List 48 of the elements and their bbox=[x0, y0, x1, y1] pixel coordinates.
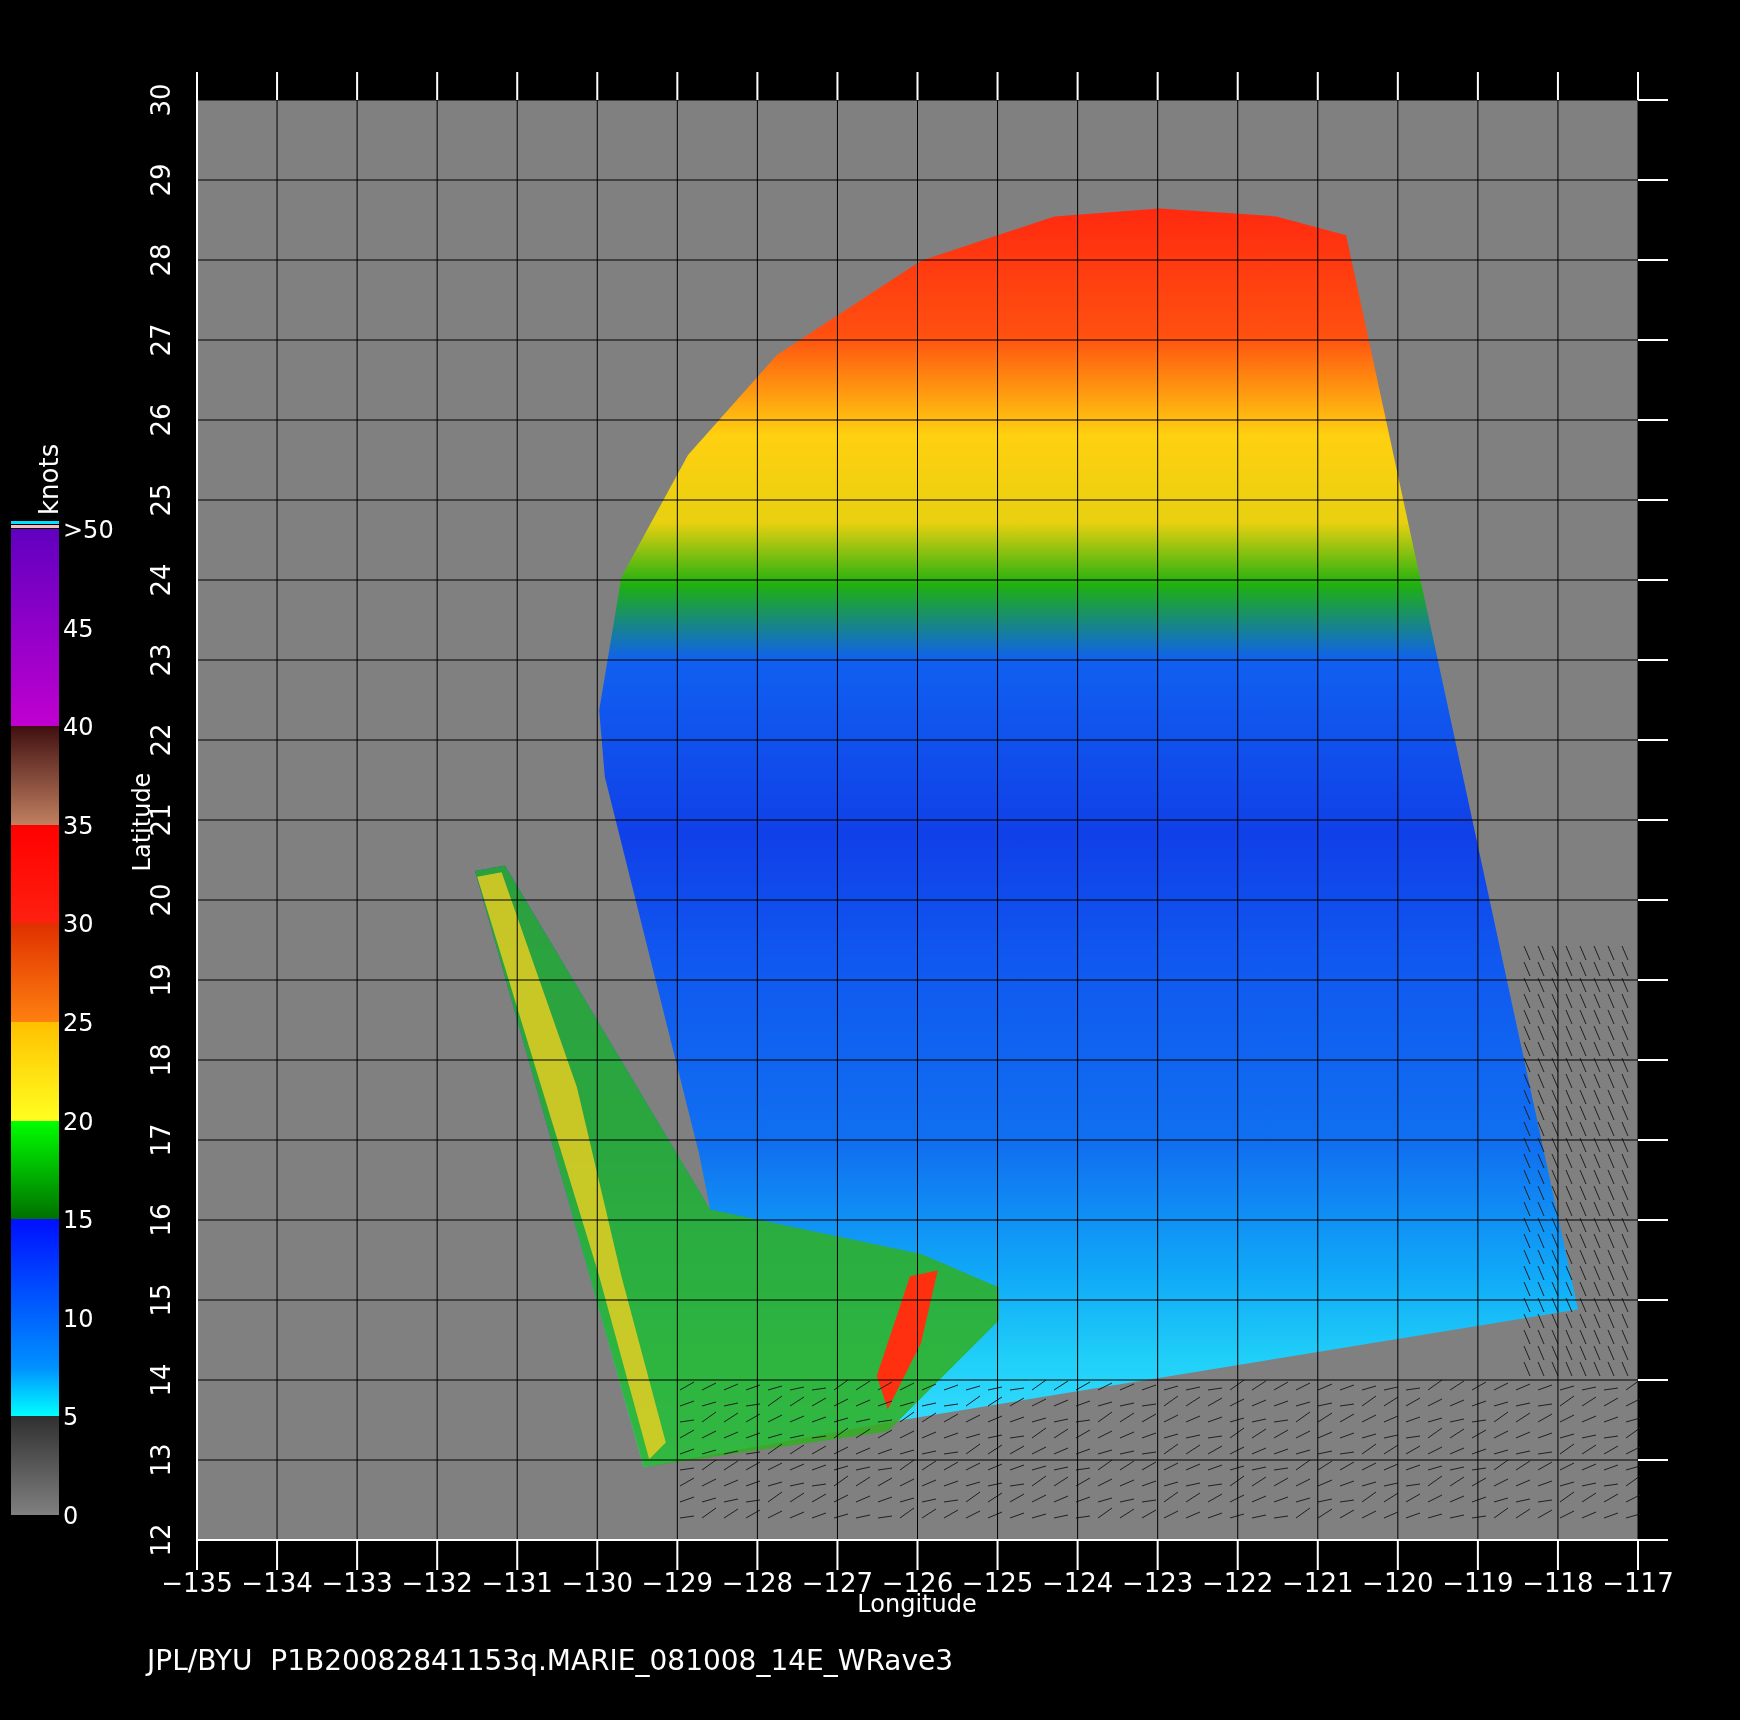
x-tick-label: −131 bbox=[481, 1568, 553, 1598]
y-tick-label: 30 bbox=[146, 83, 176, 117]
x-tick-label: −122 bbox=[1202, 1568, 1274, 1598]
y-tick-label: 16 bbox=[146, 1203, 176, 1237]
y-tick-label: 28 bbox=[146, 243, 176, 277]
x-tick-label: −118 bbox=[1522, 1568, 1594, 1598]
x-tick-label: −119 bbox=[1442, 1568, 1514, 1598]
y-tick-label: 19 bbox=[146, 963, 176, 997]
scale-label: 15 bbox=[63, 1206, 94, 1235]
x-tick-label: −117 bbox=[1602, 1568, 1674, 1598]
scale-title: knots bbox=[34, 443, 64, 515]
y-tick-label: 23 bbox=[146, 643, 176, 677]
scale-label: 25 bbox=[63, 1009, 94, 1037]
plot-caption: JPL/BYU P1B20082841153q.MARIE_081008_14E_WRave3 bbox=[147, 1644, 953, 1677]
y-tick-label: 29 bbox=[146, 163, 176, 197]
x-tick-label: −121 bbox=[1282, 1568, 1354, 1598]
x-tick-label: −132 bbox=[401, 1568, 473, 1598]
y-tick-label: 24 bbox=[146, 563, 176, 597]
x-tick-label: −134 bbox=[241, 1568, 313, 1598]
y-tick-label: 18 bbox=[146, 1043, 176, 1077]
scale-label: 0 bbox=[63, 1502, 79, 1530]
y-tick-label: 13 bbox=[146, 1443, 176, 1477]
x-tick-label: −129 bbox=[641, 1568, 714, 1598]
scale-label: 5 bbox=[63, 1403, 79, 1432]
scale-label: 20 bbox=[63, 1107, 94, 1136]
scale-label: >50 bbox=[63, 516, 114, 544]
scale-label: 30 bbox=[63, 910, 94, 939]
y-tick-label: 12 bbox=[146, 1523, 176, 1557]
scale-label: 40 bbox=[63, 713, 94, 742]
x-tick-label: −128 bbox=[721, 1568, 794, 1598]
y-tick-label: 26 bbox=[146, 403, 176, 437]
y-tick-label: 25 bbox=[146, 483, 176, 517]
x-tick-label: −133 bbox=[321, 1568, 393, 1598]
scale-label: 10 bbox=[63, 1304, 94, 1333]
scale-label: 45 bbox=[63, 614, 94, 643]
x-tick-label: −135 bbox=[161, 1568, 233, 1598]
x-tick-label: −125 bbox=[961, 1568, 1034, 1598]
x-tick-label: −130 bbox=[561, 1568, 633, 1598]
x-tick-label: −124 bbox=[1041, 1568, 1114, 1598]
y-tick-label: 22 bbox=[146, 723, 176, 757]
x-tick-label: −123 bbox=[1121, 1568, 1194, 1598]
y-tick-label: 27 bbox=[146, 323, 176, 357]
scale-label: 35 bbox=[63, 811, 94, 840]
y-tick-label: 15 bbox=[146, 1283, 176, 1317]
y-tick-label: 20 bbox=[146, 883, 176, 917]
y-tick-label: 17 bbox=[146, 1123, 176, 1157]
y-tick-label: 14 bbox=[146, 1363, 176, 1397]
x-tick-label: −120 bbox=[1362, 1568, 1434, 1598]
